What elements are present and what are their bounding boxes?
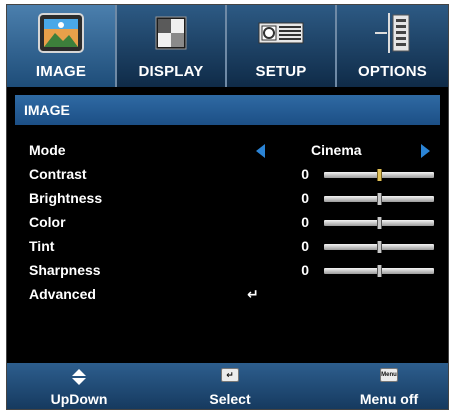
tab-options[interactable]: OPTIONS xyxy=(337,5,448,87)
brightness-label: Brightness xyxy=(29,190,103,206)
enter-key-icon: ↵ xyxy=(221,368,239,382)
osd-menu: IMAGE DISPLAY SETUP OPTIONS IMAGE Mode C… xyxy=(6,4,449,410)
enter-icon[interactable]: ↵ xyxy=(247,286,259,303)
setup-icon xyxy=(227,11,335,55)
tab-display-label: DISPLAY xyxy=(138,63,204,80)
brightness-value: 0 xyxy=(301,190,309,206)
tab-options-label: OPTIONS xyxy=(358,63,427,80)
options-icon xyxy=(337,11,448,55)
right-arrow-icon[interactable] xyxy=(421,144,430,158)
mode-value: Cinema xyxy=(311,142,362,158)
tint-slider[interactable] xyxy=(324,241,434,253)
sharpness-slider[interactable] xyxy=(324,265,434,277)
brightness-slider-thumb[interactable] xyxy=(377,193,382,205)
menu-row-color[interactable]: Color 0 xyxy=(29,214,439,234)
tab-setup[interactable]: SETUP xyxy=(227,5,337,87)
updown-arrows-icon xyxy=(70,368,88,391)
mode-label: Mode xyxy=(29,142,66,158)
footer-bar: UpDown ↵ Select Menu Menu off xyxy=(7,363,448,409)
menu-row-advanced[interactable]: Advanced ↵ xyxy=(29,286,439,306)
menu-row-mode[interactable]: Mode Cinema xyxy=(29,142,439,162)
advanced-label: Advanced xyxy=(29,286,96,302)
tab-setup-label: SETUP xyxy=(255,63,307,80)
color-slider-thumb[interactable] xyxy=(377,217,382,229)
footer-menuoff: Menu Menu off xyxy=(337,363,441,409)
menu-row-tint[interactable]: Tint 0 xyxy=(29,238,439,258)
contrast-slider-thumb[interactable] xyxy=(377,169,382,181)
menu-key-icon: Menu xyxy=(380,368,398,382)
contrast-value: 0 xyxy=(301,166,309,182)
footer-menuoff-label: Menu off xyxy=(359,391,419,407)
sharpness-label: Sharpness xyxy=(29,262,101,278)
brightness-slider[interactable] xyxy=(324,193,434,205)
section-title: IMAGE xyxy=(24,102,70,118)
tint-value: 0 xyxy=(301,238,309,254)
footer-updown: UpDown xyxy=(19,363,139,409)
footer-select-label: Select xyxy=(209,391,251,407)
menu-row-brightness[interactable]: Brightness 0 xyxy=(29,190,439,210)
footer-select: ↵ Select xyxy=(175,363,285,409)
tab-image[interactable]: IMAGE xyxy=(7,5,117,87)
contrast-slider[interactable] xyxy=(324,169,434,181)
tint-label: Tint xyxy=(29,238,55,254)
tab-image-label: IMAGE xyxy=(35,63,87,80)
color-value: 0 xyxy=(301,214,309,230)
sharpness-value: 0 xyxy=(301,262,309,278)
display-icon xyxy=(117,11,225,55)
tab-display[interactable]: DISPLAY xyxy=(117,5,227,87)
tab-bar: IMAGE DISPLAY SETUP OPTIONS xyxy=(7,5,448,87)
contrast-label: Contrast xyxy=(29,166,87,182)
tint-slider-thumb[interactable] xyxy=(377,241,382,253)
image-icon xyxy=(7,11,115,55)
color-label: Color xyxy=(29,214,66,230)
menu-row-contrast[interactable]: Contrast 0 xyxy=(29,166,439,186)
sharpness-slider-thumb[interactable] xyxy=(377,265,382,277)
footer-updown-label: UpDown xyxy=(50,391,108,407)
menu-row-sharpness[interactable]: Sharpness 0 xyxy=(29,262,439,282)
left-arrow-icon[interactable] xyxy=(256,144,265,158)
color-slider[interactable] xyxy=(324,217,434,229)
section-header: IMAGE xyxy=(15,95,440,125)
